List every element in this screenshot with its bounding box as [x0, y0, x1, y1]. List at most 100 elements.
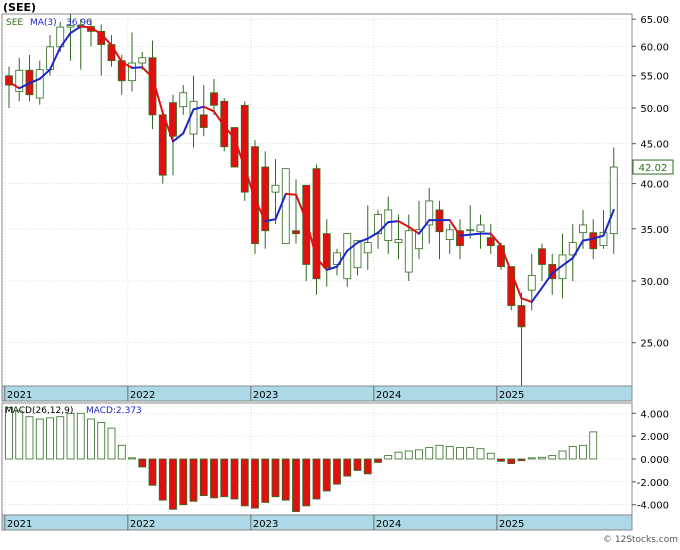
candle-down [517, 305, 526, 328]
macd-tick-label: 0.000 [640, 455, 669, 466]
price-tick-label: 60.00 [640, 42, 669, 53]
year-label: 2024 [376, 519, 401, 530]
macd-bar-negative [230, 458, 239, 500]
candle-down [199, 114, 208, 128]
ma-label: MA(3) [30, 18, 57, 28]
candle-down [240, 104, 249, 193]
macd-bar-positive [87, 418, 95, 460]
macd-tick-label: -2.000 [637, 478, 669, 489]
macd-bar-positive [558, 450, 567, 460]
ma-segment [459, 233, 472, 237]
macd-bar-negative [138, 458, 147, 468]
macd-bar-negative [292, 458, 300, 512]
macd-bar-negative [169, 458, 177, 510]
candle-down [210, 92, 218, 106]
price-axis-ticks: 25.00 30.00 35.00 40.00 45.00 50.00 55.00 60.00… [632, 15, 669, 350]
candle-down [251, 146, 259, 245]
macd-bar-positive [107, 427, 116, 460]
macd-tick-label: -4.000 [637, 501, 669, 512]
macd-bar-negative [199, 458, 208, 496]
year-label: 2021 [7, 519, 32, 530]
macd-bar-positive [466, 447, 475, 460]
macd-bar-negative [179, 458, 188, 506]
macd-bar-negative [363, 458, 372, 475]
macd-bar-negative [374, 458, 382, 463]
price-tick-label: 55.00 [640, 72, 669, 83]
macd-bar-positive [589, 431, 598, 460]
last-price-label: 42.02 [639, 163, 668, 174]
macd-bar-negative [261, 458, 270, 503]
macd-bar-positive [568, 446, 577, 460]
candle-up [179, 92, 188, 108]
candle-up [394, 239, 403, 244]
macd-bar-negative [158, 458, 167, 501]
macd-bar-positive [579, 444, 587, 460]
macd-bar-negative [220, 458, 229, 498]
ticker-label: SEE [6, 18, 23, 28]
candle-down [538, 248, 546, 265]
macd-bar-negative [333, 458, 341, 485]
macd-bar-positive [415, 449, 423, 460]
macd-axis-ticks: -4.000 -2.000 0.000 2.000 4.000 [632, 409, 669, 512]
macd-bar-positive [97, 422, 106, 460]
macd-bar-negative [343, 458, 352, 477]
macd-bar-negative [312, 458, 321, 500]
candle-up [579, 224, 587, 234]
year-label: 2022 [130, 519, 155, 530]
macd-year-band [1, 514, 633, 531]
macd-bar-positive [435, 444, 444, 460]
year-label: 2024 [376, 390, 401, 401]
macd-bar-positive [128, 457, 136, 460]
macd-bar-negative [517, 458, 526, 462]
candle-down [589, 232, 598, 250]
candle-up [476, 224, 485, 233]
price-year-band [1, 385, 633, 402]
candle-up [404, 230, 413, 273]
macd-bar-positive [456, 447, 464, 460]
chart-svg: 25.00 30.00 35.00 40.00 45.00 50.00 55.00 60.00… [1, 1, 678, 545]
price-tick-label: 45.00 [640, 140, 669, 151]
candle-up [138, 57, 147, 64]
macd-bar-positive [425, 447, 434, 460]
macd-bar-positive [445, 446, 454, 460]
macd-bar-positive [486, 452, 495, 460]
macd-bar-negative [251, 458, 259, 509]
candle-up [271, 184, 280, 193]
macd-bar-positive [548, 455, 557, 460]
macd-bar-negative [148, 458, 157, 486]
ma-segment [131, 66, 144, 69]
macd-label: MACD(26,12,9) [5, 406, 73, 416]
macd-bar-positive [538, 456, 546, 460]
macd-value-label: MACD:2.373 [86, 406, 142, 416]
macd-tick-label: 4.000 [640, 409, 669, 420]
macd-bar-negative [507, 458, 516, 464]
year-label: 2025 [499, 519, 524, 530]
candle-up [363, 242, 372, 254]
macd-bar-positive [476, 448, 485, 460]
macd-bar-positive [46, 417, 54, 460]
stock-chart: 25.00 30.00 35.00 40.00 45.00 50.00 55.00 60.00… [0, 0, 680, 546]
year-label: 2023 [253, 390, 278, 401]
year-label: 2021 [7, 390, 32, 401]
year-label: 2022 [130, 390, 155, 401]
price-tick-label: 50.00 [640, 104, 669, 115]
candle-up [445, 229, 454, 240]
candle-down [497, 245, 505, 268]
macd-bar-negative [189, 458, 198, 502]
macd-bar-negative [322, 458, 331, 492]
candle-down [302, 184, 311, 265]
macd-bar-positive [384, 455, 393, 460]
macd-tick-label: 2.000 [640, 432, 669, 443]
ma-value: 36.96 [66, 18, 92, 28]
macd-bar-negative [271, 458, 280, 498]
macd-bar-positive [15, 410, 24, 460]
ma-segment [284, 192, 297, 196]
macd-bar-positive [56, 416, 65, 460]
macd-bar-positive [394, 451, 403, 460]
macd-bar-positive [66, 412, 75, 460]
macd-bar-negative [210, 458, 218, 499]
candle-up [466, 229, 475, 232]
candle-down [292, 230, 300, 235]
year-label: 2025 [499, 390, 524, 401]
candle-up [189, 100, 198, 135]
